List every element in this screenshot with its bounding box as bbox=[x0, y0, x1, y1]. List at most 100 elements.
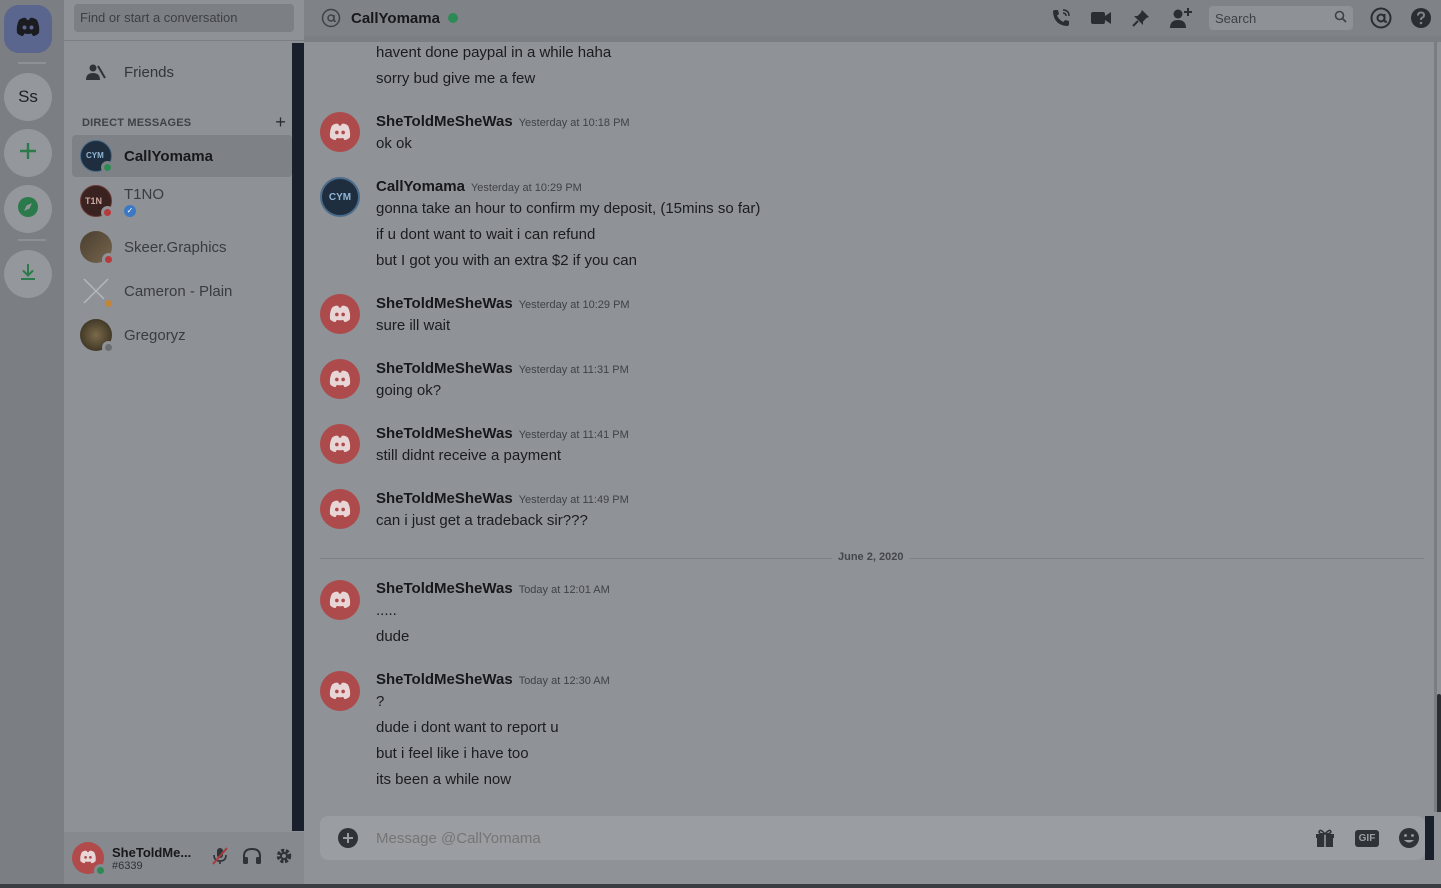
user-settings-button[interactable] bbox=[268, 842, 300, 874]
message-author[interactable]: SheToldMeSheWas Yesterday at 10:29 PM bbox=[376, 295, 630, 312]
message-author[interactable]: SheToldMeSheWas Today at 12:01 AM bbox=[376, 580, 610, 597]
avatar[interactable]: CYM bbox=[320, 177, 360, 217]
dm-name: CallYomama bbox=[124, 147, 213, 165]
message-text: ? bbox=[376, 693, 385, 710]
cym-avatar-icon: CYM bbox=[328, 191, 352, 203]
message-author[interactable]: SheToldMeSheWas Yesterday at 11:49 PM bbox=[376, 490, 629, 507]
friends-nav-item[interactable]: Friends bbox=[72, 52, 292, 92]
voice-call-button[interactable] bbox=[1049, 6, 1073, 30]
dm-item-callyomama[interactable]: CYM CallYomama bbox=[72, 135, 292, 177]
status-offline-icon bbox=[102, 341, 115, 354]
dm-list: CYM CallYomama T1N T1NO ✓ Skeer.Graphics bbox=[72, 135, 292, 357]
avatar: CYM bbox=[80, 140, 114, 174]
dm-section-header: DIRECT MESSAGES + bbox=[82, 112, 286, 133]
message-text: gonna take an hour to confirm my deposit… bbox=[376, 200, 761, 217]
video-call-button[interactable] bbox=[1089, 6, 1113, 30]
message-text: sure ill wait bbox=[376, 317, 451, 334]
message-text: going ok? bbox=[376, 382, 442, 399]
discord-logo-icon bbox=[329, 435, 351, 453]
dm-item-skeer-graphics[interactable]: Skeer.Graphics bbox=[72, 225, 292, 269]
avatar[interactable] bbox=[320, 294, 360, 334]
at-sign-icon bbox=[321, 8, 341, 28]
add-server-button[interactable] bbox=[4, 129, 52, 177]
message-text: havent done paypal in a while haha bbox=[376, 44, 612, 61]
message-text: can i just get a tradeback sir??? bbox=[376, 512, 588, 529]
message-input[interactable] bbox=[376, 829, 1313, 847]
dm-item-gregoryz[interactable]: Gregoryz bbox=[72, 313, 292, 357]
find-conversation-input[interactable]: Find or start a conversation bbox=[74, 4, 294, 32]
author-name: SheToldMeSheWas bbox=[376, 671, 513, 688]
gift-button[interactable] bbox=[1313, 826, 1337, 850]
download-apps-button[interactable] bbox=[4, 250, 52, 298]
avatar[interactable] bbox=[320, 671, 360, 711]
create-dm-button[interactable]: + bbox=[275, 112, 286, 133]
verified-badge-icon: ✓ bbox=[124, 204, 136, 217]
help-button[interactable] bbox=[1409, 6, 1433, 30]
discord-logo-icon bbox=[329, 370, 351, 388]
message-author[interactable]: SheToldMeSheWas Yesterday at 10:18 PM bbox=[376, 113, 630, 130]
upload-button[interactable] bbox=[336, 826, 360, 850]
plus-icon bbox=[18, 141, 38, 165]
message-text: dude bbox=[376, 628, 410, 645]
discord-logo-icon bbox=[329, 123, 351, 141]
avatar[interactable] bbox=[320, 424, 360, 464]
message-text: ok ok bbox=[376, 135, 412, 152]
message-author[interactable]: SheToldMeSheWas Today at 12:30 AM bbox=[376, 671, 610, 688]
message-author[interactable]: SheToldMeSheWas Yesterday at 11:41 PM bbox=[376, 425, 629, 442]
message-author[interactable]: SheToldMeSheWas Yesterday at 11:31 PM bbox=[376, 360, 629, 377]
mute-button[interactable] bbox=[204, 842, 236, 874]
avatar[interactable] bbox=[320, 580, 360, 620]
user-avatar[interactable] bbox=[72, 842, 107, 877]
user-info[interactable]: SheToldMe... #6339 bbox=[112, 845, 204, 872]
gif-icon: GIF bbox=[1354, 829, 1380, 847]
message-text: but i feel like i have too bbox=[376, 745, 529, 762]
gif-picker-button[interactable]: GIF bbox=[1353, 826, 1381, 850]
rail-separator bbox=[18, 62, 46, 64]
message-author[interactable]: CallYomama Yesterday at 10:29 PM bbox=[376, 178, 582, 195]
microphone-muted-icon bbox=[211, 846, 229, 870]
emoji-picker-button[interactable] bbox=[1397, 826, 1421, 850]
scrollbar-thumb[interactable] bbox=[1437, 694, 1441, 824]
avatar[interactable] bbox=[320, 359, 360, 399]
home-button[interactable] bbox=[4, 5, 52, 53]
explore-servers-button[interactable] bbox=[4, 185, 52, 233]
add-friend-to-dm-button[interactable] bbox=[1169, 6, 1193, 30]
friends-icon bbox=[84, 62, 108, 82]
status-dnd-icon bbox=[101, 206, 114, 219]
header-search-input[interactable]: Search bbox=[1209, 6, 1353, 30]
download-icon bbox=[18, 262, 38, 286]
message-text: its been a while now bbox=[376, 771, 512, 788]
message-timestamp: Yesterday at 11:41 PM bbox=[518, 429, 629, 441]
dm-sidebar: Find or start a conversation Friends DIR… bbox=[64, 0, 304, 832]
channel-header: CallYomama Search bbox=[304, 0, 1441, 36]
discord-logo-icon bbox=[329, 682, 351, 700]
mentions-button[interactable] bbox=[1369, 6, 1393, 30]
discord-logo-icon bbox=[329, 305, 351, 323]
avatar[interactable] bbox=[320, 112, 360, 152]
dm-name: T1NO bbox=[124, 185, 165, 203]
pinned-messages-button[interactable] bbox=[1129, 6, 1153, 30]
emoji-icon bbox=[1399, 828, 1419, 848]
message-text: if u dont want to wait i can refund bbox=[376, 226, 596, 243]
author-name: SheToldMeSheWas bbox=[376, 113, 513, 130]
discord-logo-icon bbox=[79, 849, 97, 868]
user-name: SheToldMe... bbox=[112, 844, 192, 860]
server-ss[interactable]: Ss bbox=[4, 73, 52, 121]
avatar bbox=[80, 319, 115, 354]
dm-item-cameron-plain[interactable]: Cameron - Plain bbox=[72, 269, 292, 313]
deafen-button[interactable] bbox=[236, 842, 268, 874]
dm-item-t1no[interactable]: T1N T1NO ✓ bbox=[72, 177, 292, 225]
search-icon bbox=[1334, 10, 1347, 26]
dm-name: Skeer.Graphics bbox=[124, 238, 227, 256]
author-name: SheToldMeSheWas bbox=[376, 295, 513, 312]
avatar[interactable] bbox=[320, 489, 360, 529]
sidebar-edge bbox=[292, 43, 304, 831]
discord-logo-icon bbox=[329, 500, 351, 518]
headphones-icon bbox=[242, 847, 262, 869]
avatar: T1N bbox=[80, 185, 114, 219]
message-text: still didnt receive a payment bbox=[376, 447, 562, 464]
message-timestamp: Today at 12:01 AM bbox=[518, 584, 610, 596]
author-name: SheToldMeSheWas bbox=[376, 490, 513, 507]
server-rail: Ss bbox=[0, 0, 64, 884]
dm-header-label: DIRECT MESSAGES bbox=[82, 116, 192, 129]
